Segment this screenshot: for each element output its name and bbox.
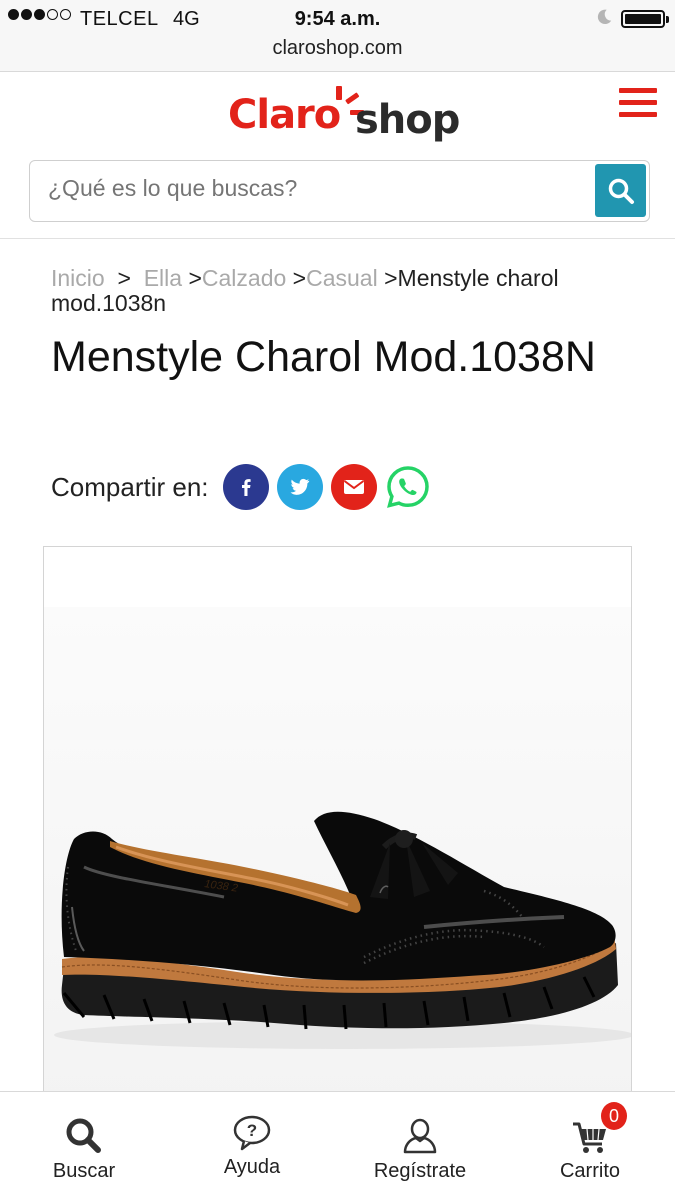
share-row: Compartir en: bbox=[51, 464, 439, 510]
nav-ayuda[interactable]: ? Ayuda bbox=[168, 1092, 336, 1200]
header-divider bbox=[0, 238, 675, 239]
user-icon bbox=[403, 1118, 437, 1154]
url-bar[interactable]: claroshop.com bbox=[0, 37, 675, 60]
svg-text:?: ? bbox=[247, 1121, 257, 1140]
clock: 9:54 a.m. bbox=[294, 8, 381, 30]
search-icon bbox=[608, 178, 634, 204]
share-whatsapp-button[interactable] bbox=[385, 464, 431, 510]
nav-registrate-label: Regístrate bbox=[373, 1160, 467, 1182]
search-icon bbox=[66, 1118, 101, 1153]
nav-buscar[interactable]: Buscar bbox=[0, 1092, 168, 1200]
breadcrumb-link-casual[interactable]: Casual bbox=[306, 265, 378, 291]
nav-registrate[interactable]: Regístrate bbox=[336, 1092, 504, 1200]
email-icon bbox=[343, 480, 364, 494]
status-bar: TELCEL 4G 9:54 a.m. claroshop.com bbox=[0, 0, 675, 72]
facebook-icon bbox=[241, 479, 251, 496]
logo-shop-text: shop bbox=[355, 97, 460, 143]
breadcrumb-link-inicio[interactable]: Inicio bbox=[51, 265, 105, 291]
share-facebook-button[interactable] bbox=[222, 464, 269, 510]
product-image: 1038 2 bbox=[54, 811, 631, 1049]
search-button[interactable] bbox=[595, 164, 646, 217]
breadcrumb-link-ella[interactable]: Ella bbox=[144, 265, 182, 291]
share-label: Compartir en: bbox=[51, 471, 209, 502]
cart-count-badge: 0 bbox=[601, 1102, 627, 1130]
share-email-button[interactable] bbox=[330, 464, 377, 510]
nav-ayuda-label: Ayuda bbox=[223, 1156, 281, 1178]
search-input[interactable] bbox=[48, 175, 588, 202]
whatsapp-icon bbox=[386, 466, 429, 508]
claroshop-logo[interactable]: Claro shop bbox=[228, 86, 460, 143]
breadcrumb: Inicio > Ella >Calzado >Casual >Menstyle… bbox=[51, 265, 559, 316]
bottom-navigation: Buscar ? Ayuda Regístrate 0 Carrito bbox=[0, 1091, 675, 1200]
hamburger-icon[interactable] bbox=[619, 88, 657, 122]
nav-buscar-label: Buscar bbox=[52, 1160, 116, 1182]
product-title: Menstyle Charol Mod.1038N bbox=[51, 333, 596, 381]
nav-carrito[interactable]: 0 Carrito bbox=[506, 1092, 674, 1200]
site-header: Claro shop bbox=[0, 72, 675, 160]
do-not-disturb-icon bbox=[597, 9, 612, 25]
battery-icon bbox=[621, 10, 669, 28]
nav-carrito-label: Carrito bbox=[559, 1160, 620, 1182]
product-image-frame[interactable]: 1038 2 bbox=[43, 546, 632, 1106]
help-icon: ? bbox=[233, 1115, 271, 1151]
twitter-icon bbox=[290, 478, 309, 495]
share-twitter-button[interactable] bbox=[276, 464, 323, 510]
search-bar bbox=[29, 160, 650, 222]
breadcrumb-link-calzado[interactable]: Calzado bbox=[202, 265, 286, 291]
